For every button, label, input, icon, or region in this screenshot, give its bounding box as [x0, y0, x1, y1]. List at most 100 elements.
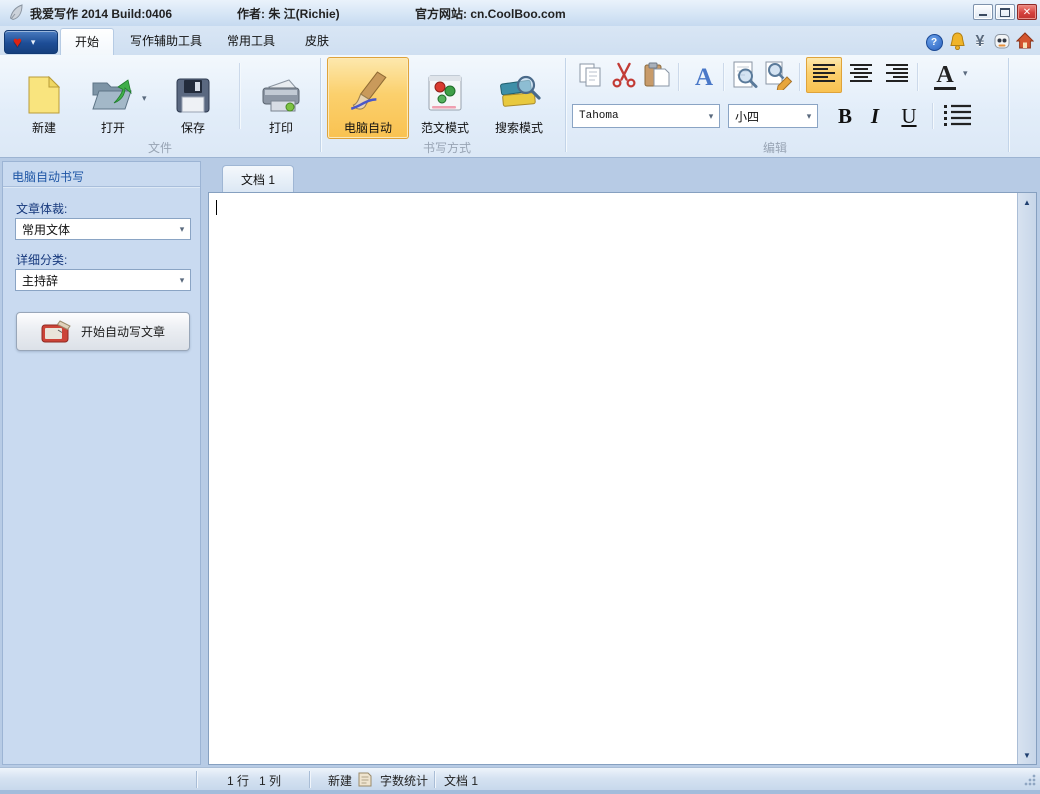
italic-icon: I	[870, 103, 880, 128]
align-left-icon	[811, 62, 837, 89]
donate-button[interactable]: ¥	[971, 33, 989, 51]
app-menu-button[interactable]: ♥ ▾	[4, 30, 58, 54]
category-select[interactable]: 主持辞 ▾	[15, 269, 191, 291]
new-button[interactable]: 新建	[18, 59, 70, 139]
chevron-down-icon: ▾	[30, 36, 36, 47]
document-tab[interactable]: 文档 1	[222, 165, 294, 193]
minimize-button[interactable]	[973, 4, 993, 20]
align-right-button[interactable]	[879, 57, 915, 93]
paste-button[interactable]	[640, 59, 674, 93]
category-value: 主持辞	[22, 273, 59, 288]
align-center-button[interactable]	[843, 57, 879, 93]
find-button[interactable]	[728, 58, 762, 94]
scissors-icon	[610, 61, 638, 92]
status-new-button[interactable]: 新建	[328, 772, 352, 789]
separator	[723, 63, 724, 91]
up-arrow-icon: ▲	[1023, 197, 1031, 207]
bold-button[interactable]: B	[830, 100, 860, 132]
copy-button[interactable]	[574, 59, 608, 93]
font-color-button[interactable]: A	[924, 58, 966, 94]
group-separator	[320, 58, 321, 152]
search-books-icon	[497, 72, 541, 117]
mode-group-label: 书写方式	[422, 141, 471, 155]
document-tab-label: 文档 1	[240, 173, 275, 187]
home-button[interactable]	[1015, 32, 1035, 52]
font-size-select[interactable]: 小四 ▾	[728, 104, 818, 128]
separator	[434, 771, 435, 788]
sidebar-header: 电脑自动书写	[12, 170, 85, 184]
align-center-icon	[848, 62, 874, 89]
resize-grip[interactable]	[1024, 774, 1036, 786]
category-label: 详细分类:	[16, 253, 68, 267]
close-button[interactable]: ✕	[1017, 4, 1037, 20]
separator	[678, 63, 679, 91]
replace-magnifier-pencil-icon	[764, 60, 794, 93]
font-name-value: Tahoma	[579, 110, 619, 122]
home-icon	[1015, 32, 1035, 52]
app-window: 我爱写作 2014 Build:0406 作者: 朱 江(Richie) 官方网…	[0, 0, 1040, 794]
assistant-button[interactable]	[993, 33, 1011, 51]
font-name-select[interactable]: Tahoma ▾	[572, 104, 720, 128]
document-editor[interactable]: ▲ ▼	[208, 192, 1037, 765]
file-group-label: 文件	[147, 141, 172, 155]
replace-button[interactable]	[762, 58, 796, 94]
italic-button[interactable]: I	[861, 100, 889, 132]
robot-icon	[993, 32, 1011, 53]
chevron-down-icon: ▾	[179, 223, 185, 234]
titlebar: 我爱写作 2014 Build:0406 作者: 朱 江(Richie) 官方网…	[0, 0, 1040, 27]
word-count-button[interactable]: 字数统计	[380, 772, 428, 789]
clipboard-icon	[643, 61, 671, 92]
bold-icon: B	[837, 103, 852, 128]
bell-icon	[949, 31, 966, 53]
separator	[196, 771, 197, 788]
tab-skin[interactable]: 皮肤	[291, 28, 343, 55]
open-label: 打开	[100, 121, 125, 135]
scroll-up-button[interactable]: ▲	[1018, 194, 1036, 210]
font-letter-icon: A	[694, 63, 714, 91]
group-separator	[565, 58, 566, 152]
statusbar: 1 行 1 列 新建 字数统计 文档 1	[0, 767, 1040, 791]
new-document-icon	[28, 75, 61, 117]
underline-button[interactable]: U	[893, 100, 925, 132]
font-style-button[interactable]: A	[687, 61, 721, 93]
auto-write-mode-button[interactable]: 电脑自动	[327, 57, 409, 139]
separator	[932, 103, 933, 129]
print-label: 打印	[268, 121, 293, 135]
start-auto-write-button[interactable]: 开始自动写文章	[16, 312, 190, 351]
bullet-list-icon	[943, 103, 973, 130]
align-left-button[interactable]	[806, 57, 842, 93]
genre-value: 常用文体	[22, 222, 71, 237]
help-button[interactable]: ?	[925, 33, 943, 51]
align-right-icon	[884, 62, 910, 89]
open-folder-icon	[90, 76, 136, 117]
help-icon: ?	[925, 33, 943, 51]
tab-common-tools[interactable]: 常用工具	[213, 28, 289, 55]
notification-button[interactable]	[948, 31, 966, 53]
copy-icon	[577, 61, 605, 92]
ribbon-tab-bar: ♥ ▾ 开始 写作辅助工具 常用工具 皮肤 ? ¥	[0, 26, 1040, 56]
down-arrow-icon: ▼	[1023, 750, 1031, 760]
scroll-down-button[interactable]: ▼	[1018, 747, 1036, 763]
heart-logo-icon: ♥	[13, 33, 22, 51]
underline-icon: U	[901, 103, 917, 128]
cut-button[interactable]	[607, 59, 641, 93]
tab-writing-tools[interactable]: 写作辅助工具	[116, 28, 216, 55]
new-label: 新建	[31, 121, 56, 135]
auto-write-label: 电脑自动	[343, 121, 392, 135]
open-button[interactable]: 打开	[84, 59, 142, 139]
tab-start[interactable]: 开始	[60, 28, 115, 56]
sample-mode-button[interactable]: 范文模式	[412, 59, 478, 139]
maximize-button[interactable]	[995, 4, 1015, 20]
genre-select[interactable]: 常用文体 ▾	[15, 218, 191, 240]
sample-mode-label: 范文模式	[420, 121, 469, 135]
save-button[interactable]: 保存	[166, 59, 220, 139]
bullet-list-button[interactable]	[940, 100, 976, 132]
separator	[309, 771, 310, 788]
chevron-down-icon: ▾	[179, 274, 185, 285]
print-button[interactable]: 打印	[250, 59, 312, 139]
search-mode-button[interactable]: 搜索模式	[484, 59, 554, 139]
open-dropdown-arrow[interactable]: ▾	[142, 93, 147, 104]
font-color-dropdown-arrow[interactable]: ▾	[963, 68, 968, 79]
chevron-down-icon: ▾	[708, 110, 714, 121]
vertical-scrollbar[interactable]: ▲ ▼	[1017, 193, 1036, 764]
